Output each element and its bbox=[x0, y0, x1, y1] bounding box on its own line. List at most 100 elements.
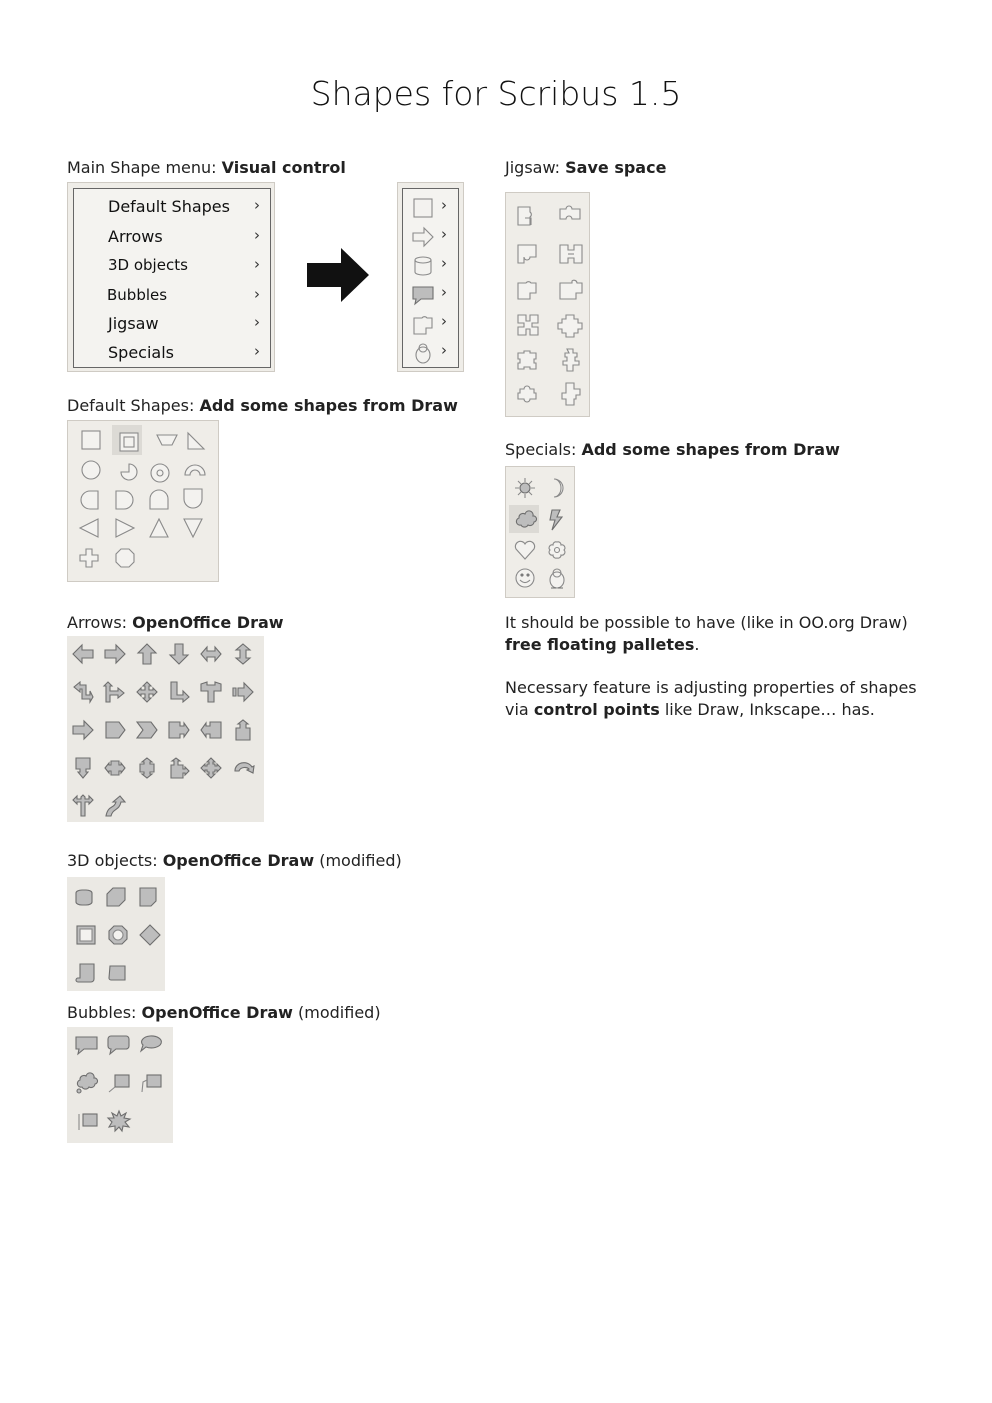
menu-item-jigsaw[interactable]: Jigsaw bbox=[108, 314, 159, 333]
arrow-up-down-icon[interactable] bbox=[232, 643, 254, 665]
note-text: like Draw, Inkscape… has. bbox=[659, 700, 875, 719]
cube-icon[interactable] bbox=[105, 886, 127, 908]
s-shaped-arrow-icon[interactable] bbox=[104, 795, 127, 817]
triangle-down-icon[interactable] bbox=[182, 517, 204, 539]
striped-arrow-icon[interactable] bbox=[232, 681, 254, 703]
circular-arrow-icon[interactable] bbox=[232, 757, 255, 779]
caption-suffix: (modified) bbox=[292, 1003, 381, 1022]
arrow-right-icon[interactable] bbox=[412, 226, 434, 248]
menu-item-bubbles[interactable]: Bubbles bbox=[107, 286, 167, 304]
callout-up-down-arrow-icon[interactable] bbox=[136, 757, 158, 779]
half-circle-right-icon[interactable] bbox=[114, 489, 136, 511]
bullet-down-icon[interactable] bbox=[182, 487, 204, 511]
smiley-icon[interactable] bbox=[514, 567, 536, 589]
four-way-arrow-icon[interactable] bbox=[136, 681, 158, 703]
jigsaw-piece-b-icon[interactable] bbox=[558, 279, 584, 303]
rectangle-icon[interactable] bbox=[412, 197, 434, 219]
bevel-square-icon[interactable] bbox=[75, 924, 97, 946]
octagon-icon[interactable] bbox=[114, 547, 136, 569]
arrow-right-icon[interactable] bbox=[72, 719, 94, 741]
trident-arrow-icon[interactable] bbox=[72, 794, 94, 817]
round-callout-icon[interactable] bbox=[139, 1034, 163, 1056]
arrow-up-icon[interactable] bbox=[136, 643, 158, 665]
line-callout-3-icon[interactable] bbox=[75, 1110, 99, 1132]
arrow-right-icon[interactable] bbox=[104, 643, 126, 665]
jigsaw-cross-grid-icon[interactable] bbox=[516, 313, 540, 337]
pie-icon[interactable] bbox=[118, 461, 140, 483]
folded-corner-icon[interactable] bbox=[137, 886, 159, 908]
callout-left-right-arrow-icon[interactable] bbox=[104, 757, 126, 779]
scroll-horizontal-icon[interactable] bbox=[107, 962, 129, 984]
arrow-left-right-icon[interactable] bbox=[200, 643, 222, 665]
flower-icon[interactable] bbox=[546, 539, 568, 561]
penguin-icon[interactable] bbox=[546, 567, 568, 589]
triangle-up-icon[interactable] bbox=[148, 517, 170, 539]
rectangular-callout-icon[interactable] bbox=[75, 1034, 99, 1056]
caption-label: Jigsaw: bbox=[505, 158, 566, 177]
chevron-right-icon: › bbox=[441, 283, 447, 301]
corner-arrow-icon[interactable] bbox=[72, 680, 94, 704]
menu-item-arrows[interactable]: Arrows bbox=[108, 227, 163, 246]
right-triangle-icon[interactable] bbox=[186, 431, 208, 453]
menu-item-default-shapes[interactable]: Default Shapes bbox=[108, 197, 230, 216]
arrows-caption: Arrows: OpenOffice Draw bbox=[67, 613, 284, 632]
rounded-callout-icon[interactable] bbox=[107, 1034, 131, 1056]
cloud-icon[interactable] bbox=[514, 509, 538, 531]
jigsaw-piece-icon[interactable] bbox=[412, 314, 434, 336]
penguin-icon[interactable] bbox=[412, 342, 434, 364]
callout-four-way-arrow-icon[interactable] bbox=[200, 757, 222, 779]
cross-icon[interactable] bbox=[78, 547, 100, 569]
callout-right-arrow-icon[interactable] bbox=[168, 719, 190, 741]
frame-icon[interactable] bbox=[118, 431, 140, 453]
jigsaw-inner-d-icon[interactable] bbox=[558, 381, 584, 407]
square-icon[interactable] bbox=[80, 429, 102, 451]
jigsaw-double-icon[interactable] bbox=[558, 243, 584, 267]
bullet-up-icon[interactable] bbox=[148, 487, 170, 511]
arrow-down-icon[interactable] bbox=[168, 643, 190, 665]
split-arrow-icon[interactable] bbox=[102, 681, 126, 703]
cylinder-icon[interactable] bbox=[73, 886, 95, 908]
jigsaw-edge-icon[interactable] bbox=[516, 243, 540, 267]
heart-icon[interactable] bbox=[514, 539, 536, 561]
chevron-right-icon: › bbox=[254, 255, 260, 273]
arrow-left-icon[interactable] bbox=[72, 643, 94, 665]
trapezoid-icon[interactable] bbox=[156, 431, 178, 453]
line-callout-1-icon[interactable] bbox=[107, 1072, 131, 1094]
jigsaw-center-icon[interactable] bbox=[557, 313, 584, 338]
cloud-callout-icon[interactable] bbox=[75, 1072, 99, 1094]
moon-icon[interactable] bbox=[546, 477, 568, 499]
jigsaw-inner-a-icon[interactable] bbox=[516, 349, 540, 373]
jigsaw-piece-a-icon[interactable] bbox=[516, 279, 540, 303]
lightning-icon[interactable] bbox=[546, 509, 568, 531]
callout-left-arrow-icon[interactable] bbox=[200, 719, 222, 741]
bent-arrow-icon[interactable] bbox=[168, 681, 190, 704]
bevel-diamond-icon[interactable] bbox=[139, 924, 161, 946]
scroll-vertical-icon[interactable] bbox=[75, 962, 97, 984]
callout-down-arrow-icon[interactable] bbox=[72, 757, 94, 779]
menu-item-3d-objects[interactable]: 3D objects bbox=[108, 256, 188, 274]
triangle-left-icon[interactable] bbox=[78, 517, 100, 539]
chevron-right-icon: › bbox=[441, 196, 447, 214]
callout-up-arrow-icon[interactable] bbox=[232, 719, 254, 741]
circle-icon[interactable] bbox=[80, 459, 102, 481]
note-floating-palettes: It should be possible to have (like in O… bbox=[505, 612, 925, 656]
fork-arrow-icon[interactable] bbox=[200, 681, 222, 703]
triangle-right-icon[interactable] bbox=[114, 517, 136, 539]
menu-item-specials[interactable]: Specials bbox=[108, 343, 174, 362]
ring-icon[interactable] bbox=[148, 461, 172, 485]
jigsaw-inner-b-icon[interactable] bbox=[558, 347, 584, 373]
explosion-icon[interactable] bbox=[106, 1109, 132, 1133]
speech-bubble-icon[interactable] bbox=[412, 284, 434, 306]
jigsaw-corner-icon[interactable] bbox=[516, 205, 540, 229]
cylinder-icon[interactable] bbox=[412, 255, 434, 277]
pentagon-arrow-icon[interactable] bbox=[104, 719, 126, 741]
half-circle-left-icon[interactable] bbox=[78, 489, 100, 511]
chevron-arrow-icon[interactable] bbox=[135, 719, 158, 741]
jigsaw-inner-c-icon[interactable] bbox=[516, 383, 540, 407]
block-arc-icon[interactable] bbox=[183, 461, 207, 483]
line-callout-2-icon[interactable] bbox=[139, 1072, 163, 1094]
bevel-octagon-icon[interactable] bbox=[107, 924, 129, 946]
callout-corner-arrow-icon[interactable] bbox=[168, 757, 190, 779]
sun-icon[interactable] bbox=[514, 477, 536, 499]
jigsaw-top-tab-icon[interactable] bbox=[558, 203, 584, 227]
